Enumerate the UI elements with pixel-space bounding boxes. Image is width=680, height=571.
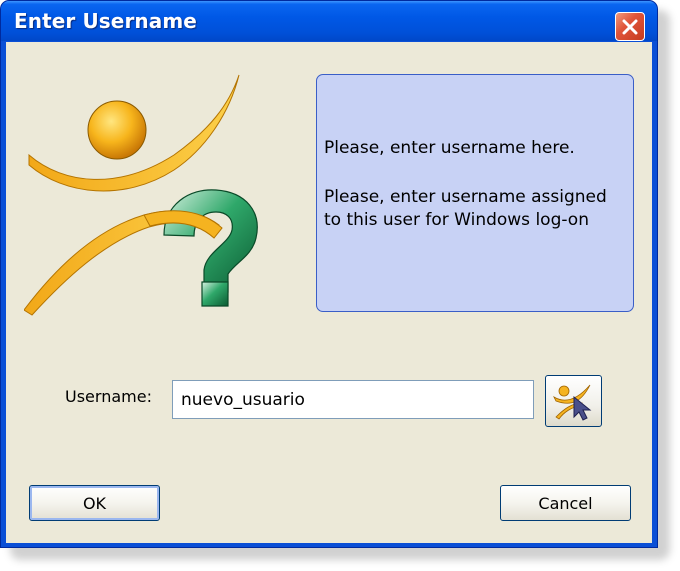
close-button[interactable]	[615, 12, 645, 41]
username-label: Username:	[65, 387, 152, 406]
info-text-primary: Please, enter username here.	[324, 138, 575, 158]
user-pick-icon	[553, 384, 592, 421]
username-input[interactable]	[172, 380, 534, 419]
info-text-secondary: Please, enter username assigned to this …	[324, 187, 607, 230]
close-icon	[622, 19, 638, 35]
select-user-button[interactable]	[545, 375, 602, 427]
dialog-title: Enter Username	[14, 9, 197, 33]
info-panel: Please, enter username here. Please, ent…	[316, 74, 634, 312]
title-bar[interactable]: Enter Username	[1, 1, 657, 41]
ok-button[interactable]: OK	[29, 485, 160, 521]
dialog-body: Please, enter username here. Please, ent…	[6, 42, 652, 543]
cancel-button[interactable]: Cancel	[500, 485, 631, 521]
enter-username-dialog: Enter Username Please, enter username he…	[0, 0, 658, 548]
help-user-logo-icon	[24, 74, 258, 316]
